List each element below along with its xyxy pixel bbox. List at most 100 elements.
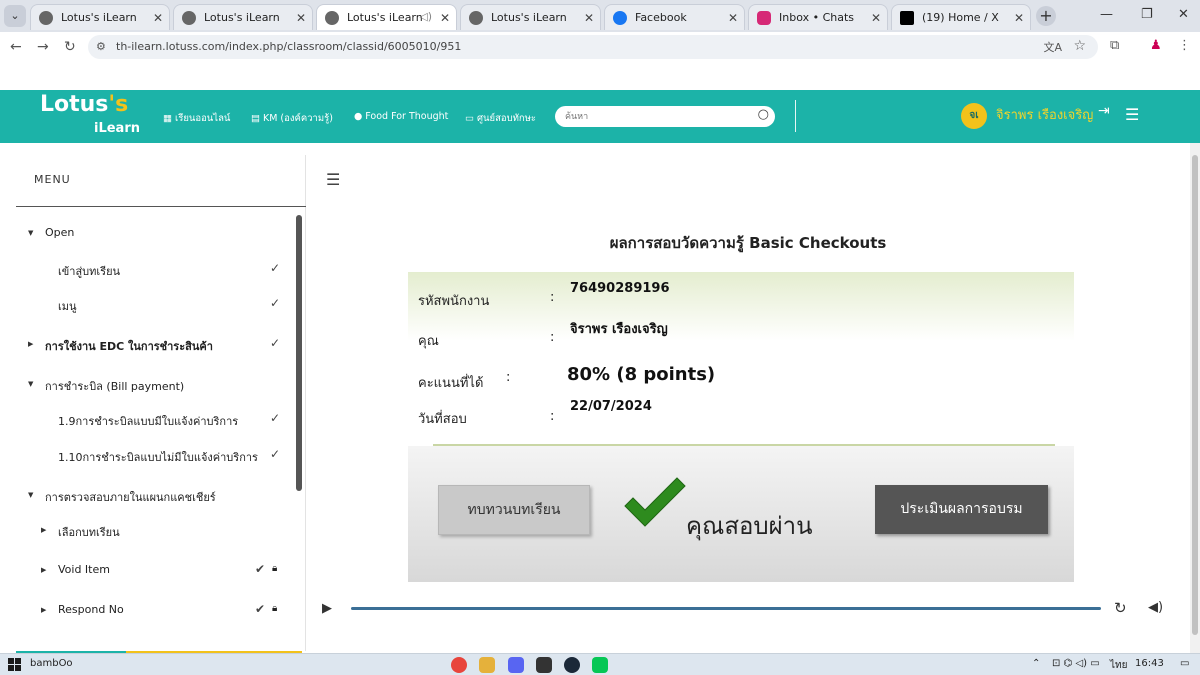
browser-tab[interactable]: Lotus's iLearn ✕ — [30, 4, 170, 30]
extensions-icon[interactable]: ⧉ — [1110, 38, 1119, 53]
globe-icon — [182, 10, 196, 25]
check-icon: ✓ — [270, 296, 281, 310]
result-details: รหัสพนักงาน : 76490289196 คุณ : จิราพร เ… — [408, 272, 1074, 444]
page-scrollbar[interactable] — [1190, 143, 1200, 653]
omnibox[interactable]: ⚙ th-ilearn.lotuss.com/index.php/classro… — [88, 35, 1098, 59]
menu-title: MENU — [34, 173, 71, 186]
browser-tab[interactable]: Facebook ✕ — [604, 4, 745, 30]
browser-tab[interactable]: Lotus's iLearn ✕ — [173, 4, 313, 30]
line-icon[interactable] — [592, 657, 608, 673]
new-tab-button[interactable]: + — [1036, 6, 1056, 26]
close-tab-icon[interactable]: ✕ — [296, 11, 306, 25]
globe-icon — [39, 10, 53, 25]
back-icon[interactable]: ← — [10, 39, 22, 55]
grid-icon: ▦ — [163, 113, 172, 124]
user-name[interactable]: จิราพร เรืองเจริญ — [996, 104, 1093, 125]
header-divider — [795, 100, 796, 132]
review-lesson-button[interactable]: ทบทวนบทเรียน — [438, 485, 590, 535]
close-tab-icon[interactable]: ✕ — [584, 11, 594, 25]
logout-icon[interactable]: ⇥ — [1098, 103, 1110, 119]
search-box: ○ — [555, 106, 775, 127]
url-text[interactable]: th-ilearn.lotuss.com/index.php/classroom… — [116, 40, 461, 53]
tray-chevron-icon[interactable]: ⌃ — [1032, 658, 1040, 669]
minimize-icon[interactable]: — — [1100, 7, 1113, 22]
reload-icon[interactable]: ↻ — [64, 39, 76, 55]
pass-message: คุณสอบผ่าน — [686, 512, 813, 540]
sidebar-menu: MENU ▼ Open เข้าสู่บทเรียน ✓ เมนู ✓ ▶ กา… — [16, 155, 306, 651]
nav-online-learning[interactable]: ▦ เรียนออนไลน์ — [163, 111, 230, 126]
avatar[interactable]: จเ — [961, 103, 987, 129]
close-tab-icon[interactable]: ✕ — [728, 11, 738, 25]
discord-icon[interactable] — [508, 657, 524, 673]
caret-right-icon: ▶ — [41, 526, 47, 534]
close-window-icon[interactable]: ✕ — [1178, 7, 1189, 22]
book-icon: ▤ — [251, 113, 260, 124]
windows-start-icon[interactable] — [8, 658, 21, 671]
globe-icon — [469, 10, 483, 25]
os-taskbar: bambOo ⌃ ⊡ ⌬ ◁) ▭ ไทย 16:43 ▭ — [0, 653, 1200, 675]
close-tab-icon[interactable]: ✕ — [871, 11, 881, 25]
caret-right-icon: ▶ — [41, 566, 47, 574]
result-actions: ทบทวนบทเรียน คุณสอบผ่าน ประเมินผลการอบรม — [408, 446, 1074, 582]
browser-tab[interactable]: Inbox • Chats ✕ — [748, 4, 888, 30]
site-logo[interactable]: Lotus's — [40, 92, 128, 117]
nav-skill-test-center[interactable]: ▭ ศูนย์สอบทักษะ — [465, 111, 536, 126]
translate-icon[interactable]: 文A — [1043, 39, 1062, 55]
nav-km[interactable]: ▤ KM (องค์ความรู้) — [251, 111, 333, 126]
nav-food-for-thought[interactable]: ● Food For Thought — [354, 111, 448, 122]
search-icon[interactable]: ○ — [758, 107, 769, 122]
facebook-icon — [613, 10, 627, 25]
browser-tab[interactable]: Lotus's iLearn ✕ — [460, 4, 601, 30]
app-icon[interactable] — [536, 657, 552, 673]
browser-tab-strip: ⌄ Lotus's iLearn ✕ Lotus's iLearn ✕ Lotu… — [0, 0, 1200, 32]
clock[interactable]: 16:43 — [1135, 658, 1164, 669]
close-tab-icon[interactable]: ✕ — [153, 11, 163, 25]
restore-icon[interactable]: ❐ — [1141, 7, 1153, 22]
folder-icon[interactable] — [479, 657, 495, 673]
check-mark-icon — [624, 477, 686, 527]
profile-icon[interactable]: ♟ — [1150, 38, 1162, 53]
replay-icon[interactable]: ↻ — [1114, 599, 1127, 617]
result-card: รหัสพนักงาน : 76490289196 คุณ : จิราพร เ… — [408, 272, 1074, 582]
result-title: ผลการสอบวัดความรู้ Basic Checkouts — [609, 234, 887, 252]
search-input[interactable] — [565, 109, 745, 124]
check-icon: ✔ — [255, 562, 266, 576]
evaluate-training-button[interactable]: ประเมินผลการอบรม — [875, 485, 1048, 534]
browser-tab[interactable]: (19) Home / X ✕ — [891, 4, 1031, 30]
site-logo-sub: iLearn — [94, 121, 140, 136]
tray-icons[interactable]: ⊡ ⌬ ◁) ▭ — [1052, 658, 1100, 669]
play-icon[interactable]: ▶ — [322, 601, 332, 616]
chrome-icon[interactable] — [451, 657, 467, 673]
browser-menu-icon[interactable]: ⋮ — [1178, 38, 1191, 53]
notification-icon[interactable]: ▭ — [1180, 658, 1189, 669]
close-tab-icon[interactable]: ✕ — [1014, 11, 1024, 25]
taskbar-user[interactable]: bambOo — [30, 658, 73, 669]
steam-icon[interactable] — [564, 657, 580, 673]
lock-icon: 🔒︎ — [272, 563, 278, 574]
colon: : — [550, 290, 555, 305]
language-indicator[interactable]: ไทย — [1110, 658, 1127, 673]
content-menu-icon[interactable]: ☰ — [326, 170, 340, 189]
check-icon: ✔ — [255, 602, 266, 616]
menu-divider — [16, 206, 306, 207]
caret-down-icon: ▼ — [28, 229, 34, 237]
forward-icon[interactable]: → — [37, 39, 49, 55]
employee-id-value: 76490289196 — [570, 281, 670, 296]
sidebar-scrollbar[interactable] — [296, 215, 302, 491]
caret-down-icon: ▼ — [28, 491, 34, 499]
close-tab-icon[interactable]: ✕ — [440, 11, 450, 25]
media-progress-bar[interactable] — [351, 607, 1101, 610]
globe-icon — [325, 10, 339, 25]
colon: : — [550, 330, 555, 345]
check-icon: ✓ — [270, 411, 281, 425]
tab-search-button[interactable]: ⌄ — [4, 5, 26, 27]
hamburger-menu-icon[interactable]: ☰ — [1125, 105, 1139, 124]
page-scroll-thumb[interactable] — [1192, 155, 1198, 635]
date-label: วันที่สอบ — [418, 412, 467, 427]
site-settings-icon[interactable]: ⚙ — [96, 40, 106, 53]
volume-icon[interactable]: ◀) — [1148, 600, 1163, 615]
monitor-icon: ▭ — [465, 113, 474, 124]
employee-id-label: รหัสพนักงาน — [418, 294, 490, 309]
bookmark-star-icon[interactable]: ☆ — [1073, 38, 1086, 54]
browser-tab-active[interactable]: Lotus's iLearn ◁) ✕ — [316, 4, 457, 30]
